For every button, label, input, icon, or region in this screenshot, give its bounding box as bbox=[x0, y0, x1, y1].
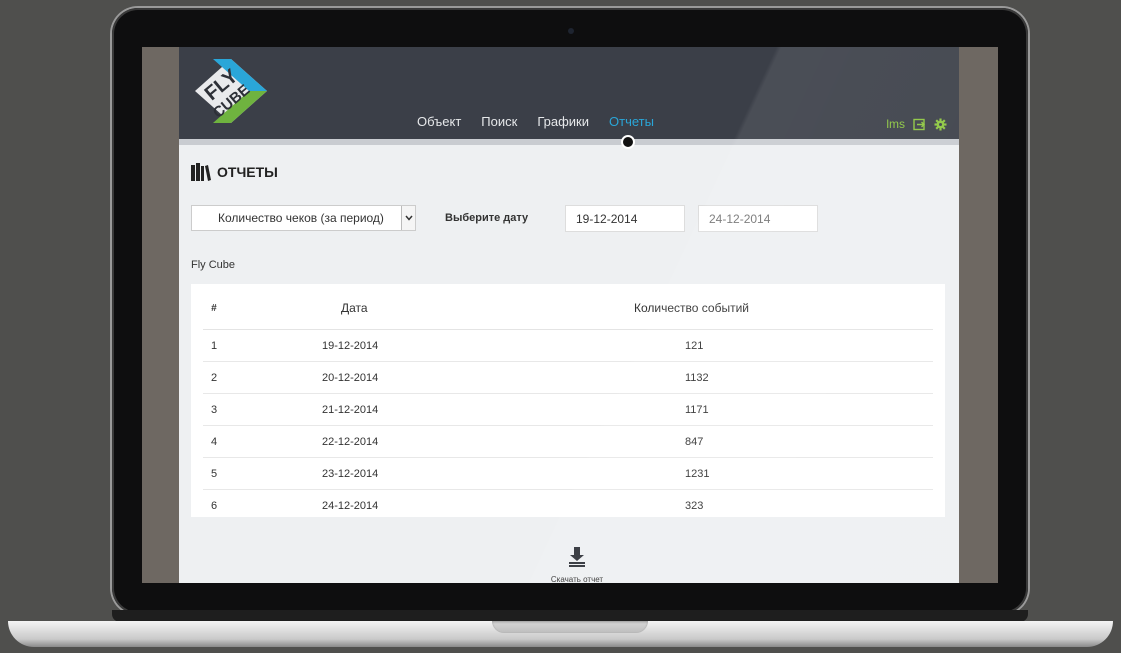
table-row: 5 23-12-2014 1231 bbox=[203, 457, 933, 490]
row-num: 3 bbox=[203, 393, 258, 426]
download-report-button[interactable]: Скачать отчет bbox=[539, 547, 615, 583]
report-type-value: Количество чеков (за период) bbox=[218, 211, 384, 225]
row-count: 323 bbox=[685, 499, 704, 512]
nav-item-object[interactable]: Объект bbox=[417, 114, 461, 129]
download-label: Скачать отчет bbox=[550, 575, 604, 583]
download-icon bbox=[569, 547, 585, 567]
row-date: 20-12-2014 bbox=[258, 361, 552, 394]
row-num: 5 bbox=[203, 457, 258, 490]
table-row: 4 22-12-2014 847 bbox=[203, 425, 933, 458]
row-num: 2 bbox=[203, 361, 258, 394]
date-label: Выберите дату bbox=[445, 212, 529, 224]
gear-icon[interactable] bbox=[934, 118, 947, 131]
username-link[interactable]: lms bbox=[886, 117, 905, 131]
row-count: 1231 bbox=[552, 457, 933, 490]
report-table-card: # Дата Количество событий 1 19-12-2014 1… bbox=[191, 284, 945, 517]
row-count: 847 bbox=[552, 425, 933, 458]
fly-cube-logo[interactable]: FLY CUBE bbox=[191, 55, 273, 127]
main-menu: Объект Поиск Графики Отчеты bbox=[417, 114, 674, 129]
row-num: 6 bbox=[211, 499, 218, 512]
table-row: 1 19-12-2014 121 bbox=[203, 329, 933, 362]
header-count: Количество событий bbox=[552, 284, 933, 330]
top-navbar: FLY CUBE Объект Поиск Графики Отчеты lms bbox=[179, 47, 959, 145]
row-count: 1132 bbox=[552, 361, 933, 394]
row-count: 121 bbox=[552, 329, 933, 362]
row-num: 1 bbox=[203, 329, 258, 362]
books-icon bbox=[191, 163, 211, 181]
date-to-field[interactable] bbox=[698, 205, 818, 232]
row-num: 4 bbox=[203, 425, 258, 458]
row-date: 19-12-2014 bbox=[258, 329, 552, 362]
camera-icon bbox=[568, 28, 574, 34]
filter-bar: Количество чеков (за период) Выберите да… bbox=[191, 205, 951, 235]
nav-item-charts[interactable]: Графики bbox=[537, 114, 589, 129]
row-date: 22-12-2014 bbox=[258, 425, 552, 458]
chevron-down-icon[interactable] bbox=[401, 206, 415, 230]
logout-icon[interactable] bbox=[913, 118, 926, 131]
header-num: # bbox=[203, 284, 258, 330]
active-tab-indicator bbox=[621, 135, 635, 149]
user-area: lms bbox=[886, 117, 947, 131]
table-row: 2 20-12-2014 1132 bbox=[203, 361, 933, 394]
company-name: Fly Cube bbox=[191, 259, 236, 271]
page-title: ОТЧЕТЫ bbox=[191, 163, 947, 181]
date-from-field[interactable] bbox=[565, 205, 685, 232]
table-row: 6 24-12-2014 323 bbox=[203, 490, 933, 522]
row-count: 1171 bbox=[552, 393, 933, 426]
screen: FLY CUBE Объект Поиск Графики Отчеты lms bbox=[142, 47, 998, 583]
nav-item-reports[interactable]: Отчеты bbox=[609, 114, 654, 129]
web-page: FLY CUBE Объект Поиск Графики Отчеты lms bbox=[179, 47, 959, 583]
header-date: Дата bbox=[258, 284, 552, 330]
reports-content: ОТЧЕТЫ Количество чеков (за период) Выбе… bbox=[191, 163, 947, 583]
table-header-row: # Дата Количество событий bbox=[203, 284, 933, 330]
report-table: # Дата Количество событий 1 19-12-2014 1… bbox=[203, 284, 933, 521]
row-date: 23-12-2014 bbox=[258, 457, 552, 490]
row-date: 24-12-2014 bbox=[322, 499, 379, 512]
report-type-select[interactable]: Количество чеков (за период) bbox=[191, 205, 416, 231]
row-date: 21-12-2014 bbox=[258, 393, 552, 426]
table-row: 3 21-12-2014 1171 bbox=[203, 393, 933, 426]
laptop-notch bbox=[492, 621, 648, 633]
page-title-text: ОТЧЕТЫ bbox=[217, 164, 278, 180]
nav-item-search[interactable]: Поиск bbox=[481, 114, 517, 129]
